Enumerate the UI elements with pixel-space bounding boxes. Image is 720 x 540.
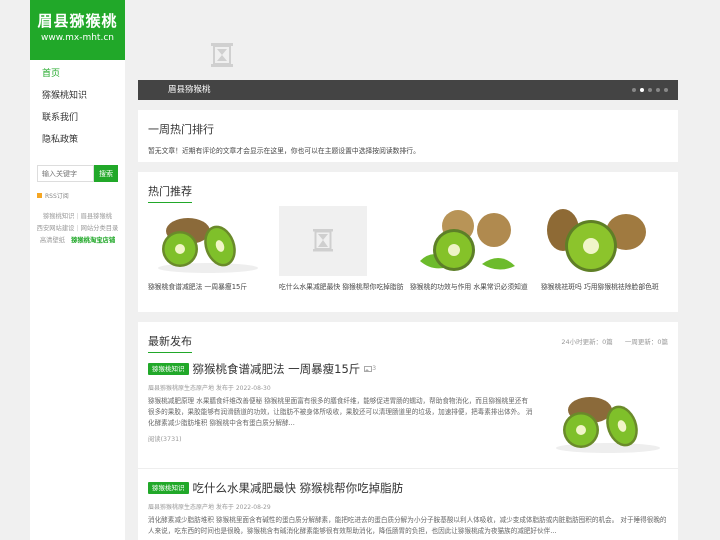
recommend-caption[interactable]: 猕猴桃食谱减肥法 一周暴瘦15斤 bbox=[148, 282, 273, 292]
stat-24h: 24小时更新：0篇 bbox=[561, 338, 613, 346]
search-form: 搜索 bbox=[37, 165, 125, 182]
slider-dots bbox=[632, 88, 668, 92]
rss-icon bbox=[37, 193, 42, 198]
slider-dot[interactable] bbox=[664, 88, 668, 92]
post-item: 猕猴桃知识 吃什么水果减肥最快 猕猴桃帮你吃掉脂肪 眉县猕猴桃原生态原产地 发布于… bbox=[148, 477, 668, 537]
friend-link[interactable]: 眉县猕猴桃 bbox=[81, 213, 112, 220]
kiwi-thumbnail[interactable] bbox=[410, 206, 530, 276]
recommend-item[interactable]: 吃什么水果减肥最快 猕猴桃帮你吃掉脂肪 bbox=[279, 206, 404, 292]
category-tag[interactable]: 猕猴桃知识 bbox=[148, 362, 189, 375]
search-button[interactable]: 搜索 bbox=[94, 165, 118, 182]
post-title[interactable]: 猕猴桃食谱减肥法 一周暴瘦15斤 bbox=[193, 362, 361, 376]
friend-link[interactable]: 网站分类目录 bbox=[81, 225, 119, 232]
recommend-item[interactable]: 猕猴桃食谱减肥法 一周暴瘦15斤 bbox=[148, 206, 268, 292]
post-header: 猕猴桃知识 猕猴桃食谱减肥法 一周暴瘦15斤 3 bbox=[148, 358, 668, 377]
panel-title-text: 最新发布 bbox=[148, 335, 192, 348]
post-title[interactable]: 吃什么水果减肥最快 猕猴桃帮你吃掉脂肪 bbox=[193, 481, 404, 495]
slider-dot-active[interactable] bbox=[640, 88, 644, 92]
friend-links: 猕猴桃知识 | 眉县猕猴桃 西安网站建设 | 网站分类目录 高清壁纸 猕猴桃淘宝店铺 bbox=[36, 213, 119, 244]
recommend-caption[interactable]: 猕猴桃的功效与作用 水果常识必须知道 bbox=[410, 282, 535, 292]
panel-title-text: 一周热门排行 bbox=[148, 123, 214, 136]
post-header: 猕猴桃知识 吃什么水果减肥最快 猕猴桃帮你吃掉脂肪 bbox=[148, 477, 668, 496]
category-tag[interactable]: 猕猴桃知识 bbox=[148, 481, 189, 494]
recommend-panel: 热门推荐 猕猴桃食谱减肥法 一周暴瘦15斤 吃什么水果减肥最快 猕猴桃帮你吃掉脂… bbox=[138, 172, 678, 312]
slider-dot[interactable] bbox=[656, 88, 660, 92]
recommend-item[interactable]: 猕猴桃祛斑吗 巧用猕猴桃祛除脸部色斑 bbox=[541, 206, 661, 292]
rss-label: RSS订阅 bbox=[45, 193, 69, 200]
recommend-caption[interactable]: 猕猴桃祛斑吗 巧用猕猴桃祛除脸部色斑 bbox=[541, 282, 666, 292]
friend-link[interactable]: 高清壁纸 bbox=[40, 237, 65, 244]
rss-link[interactable]: RSS订阅 bbox=[37, 191, 125, 200]
nav-item-contact[interactable]: 联系我们 bbox=[30, 107, 125, 129]
post-meta: 眉县猕猴桃原生态原产地 发布于 2022-08-29 bbox=[148, 504, 271, 511]
stat-week: 一周更新：0篇 bbox=[624, 338, 668, 346]
post-item: 猕猴桃知识 猕猴桃食谱减肥法 一周暴瘦15斤 3 眉县猕猴桃原生态原产地 发布于 2… bbox=[148, 358, 668, 456]
image-placeholder-thumbnail[interactable] bbox=[279, 206, 399, 276]
image-count-value: 3 bbox=[372, 365, 377, 372]
kiwi-thumbnail[interactable] bbox=[148, 206, 268, 276]
image-placeholder-icon bbox=[313, 229, 333, 252]
slider-dot[interactable] bbox=[632, 88, 636, 92]
slider-dot[interactable] bbox=[648, 88, 652, 92]
site-url: www.mx-mht.cn bbox=[41, 33, 114, 43]
friend-link[interactable]: 西安网站建设 bbox=[37, 225, 75, 232]
panel-title: 一周热门排行 bbox=[148, 121, 214, 137]
panel-title: 最新发布 bbox=[148, 333, 192, 353]
recommend-caption[interactable]: 吃什么水果减肥最快 猕猴桃帮你吃掉脂肪 bbox=[279, 282, 404, 292]
site-title[interactable]: 眉县猕猴桃 bbox=[30, 12, 125, 30]
kiwi-thumbnail[interactable] bbox=[541, 206, 661, 276]
main-nav: 首页 猕猴桃知识 联系我们 隐私政策 bbox=[30, 63, 125, 151]
sidebar: 眉县猕猴桃 www.mx-mht.cn 首页 猕猴桃知识 联系我们 隐私政策 搜… bbox=[30, 0, 125, 540]
post-thumbnail[interactable] bbox=[548, 388, 668, 456]
banner-caption[interactable]: 眉县猕猴桃 bbox=[168, 85, 211, 95]
search-input[interactable] bbox=[37, 165, 94, 182]
friend-link-highlight[interactable]: 猕猴桃淘宝店铺 bbox=[71, 237, 115, 244]
banner-image[interactable] bbox=[138, 0, 678, 80]
image-count: 3 bbox=[364, 365, 376, 372]
recommend-item[interactable]: 猕猴桃的功效与作用 水果常识必须知道 bbox=[410, 206, 530, 292]
site-logo[interactable]: 眉县猕猴桃 www.mx-mht.cn bbox=[30, 0, 125, 60]
latest-posts-panel: 最新发布 24小时更新：0篇 一周更新：0篇 猕猴桃知识 猕猴桃食谱减肥法 一周暴… bbox=[138, 322, 678, 540]
update-stats: 24小时更新：0篇 一周更新：0篇 bbox=[551, 336, 668, 346]
nav-item-home[interactable]: 首页 bbox=[30, 63, 125, 85]
banner-slider[interactable]: 眉县猕猴桃 bbox=[138, 0, 678, 100]
panel-title-text: 热门推荐 bbox=[148, 185, 192, 198]
nav-item-privacy[interactable]: 隐私政策 bbox=[30, 129, 125, 151]
nav-item-kiwi-knowledge[interactable]: 猕猴桃知识 bbox=[30, 85, 125, 107]
post-excerpt: 消化酵素减少脂肪堆积 猕猴桃里面含有碱性的蛋白质分解酵素，能把吃进去的蛋白质分解… bbox=[148, 516, 667, 535]
empty-note: 暂无文章！近期有评论的文章才会显示在这里，你也可以在主题设置中选择按阅读数排行。 bbox=[148, 147, 420, 155]
title-underline bbox=[148, 352, 192, 353]
title-underline bbox=[148, 202, 192, 203]
image-placeholder-icon bbox=[211, 43, 233, 67]
panel-title: 热门推荐 bbox=[148, 183, 192, 203]
banner-caption-bar: 眉县猕猴桃 bbox=[138, 80, 678, 100]
divider bbox=[138, 468, 678, 469]
weekly-hot-panel: 一周热门排行 暂无文章！近期有评论的文章才会显示在这里，你也可以在主题设置中选择… bbox=[138, 110, 678, 162]
friend-link[interactable]: 猕猴桃知识 bbox=[43, 213, 74, 220]
post-excerpt: 猕猴桃减肥原理 水果膳食纤维改善便秘 猕猴桃里面富有很多的膳食纤维，能够促进胃肠… bbox=[148, 397, 533, 427]
